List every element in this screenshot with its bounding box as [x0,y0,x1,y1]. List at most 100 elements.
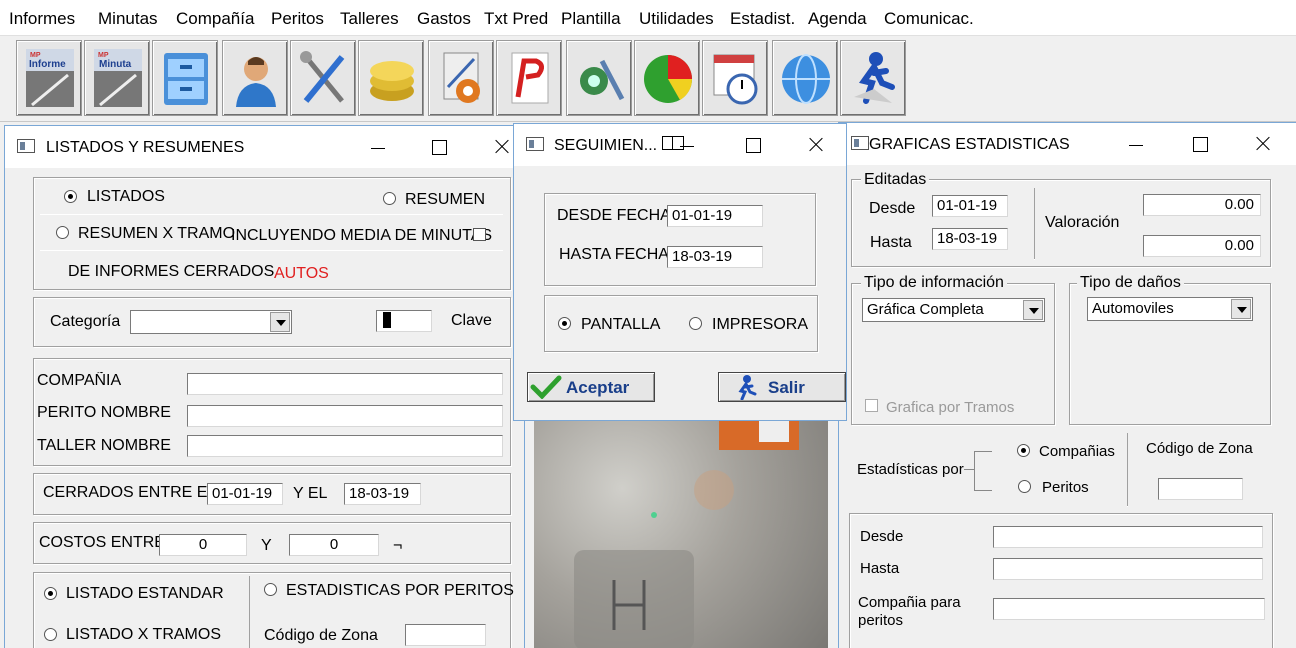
toolbar-globe-button[interactable] [772,40,838,116]
hasta2-input[interactable] [993,558,1263,580]
toolbar-archive-button[interactable] [152,40,218,116]
pie-chart-icon [644,55,693,103]
categoria-select[interactable] [130,310,292,334]
grafica-tramos-label: Grafica por Tramos [886,399,1015,416]
toolbar-informe-button[interactable]: MP Informe [16,40,82,116]
background-photo [534,420,828,648]
codigo-zona-input[interactable] [1158,478,1243,500]
listados-radio[interactable] [64,190,77,203]
peritos-radio[interactable] [1018,480,1031,493]
perito-input[interactable] [187,405,503,427]
cerrados-to-input[interactable]: 18-03-19 [344,483,421,505]
chevron-down-icon[interactable] [270,312,290,332]
chevron-down-icon[interactable] [1231,299,1251,319]
desde-fecha-input[interactable]: 01-01-19 [667,205,763,227]
snap-layout-icon[interactable] [662,136,684,150]
valoracion-input-2[interactable]: 0.00 [1143,235,1261,257]
cerrados-from-input[interactable]: 01-01-19 [207,483,283,505]
impresora-radio[interactable] [689,317,702,330]
incluyendo-label: INCLUYENDO MEDIA DE MINUTAS [231,227,493,244]
desde-fecha-label: DESDE FECHA [557,207,671,224]
checkmark-icon [530,375,562,399]
est-peritos-radio[interactable] [264,583,277,596]
listado-tramos-radio[interactable] [44,628,57,641]
menu-txt-pred[interactable]: Txt Pred [484,9,548,29]
costos-from-input[interactable]: 0 [159,534,247,556]
svg-text:MP: MP [98,52,109,59]
window-app-icon [851,136,869,150]
network-tools-icon [580,59,625,101]
window-app-icon [17,139,35,153]
desde-input[interactable]: 01-01-19 [932,195,1008,217]
listado-estandar-radio[interactable] [44,587,57,600]
seguimiento-window: SEGUIMIEN... DESDE FECHA 01-01-19 HASTA … [513,123,847,421]
bracket-stem [964,469,974,470]
taller-input[interactable] [187,435,503,457]
pantalla-radio[interactable] [558,317,571,330]
grafica-tramos-checkbox[interactable] [865,399,878,412]
toolbar: MP Informe MP Minuta [0,36,1296,122]
listados-window: LISTADOS Y RESUMENES LISTADOS RESUMEN RE… [4,125,525,648]
aceptar-button[interactable]: Aceptar [527,372,655,402]
clave-input[interactable] [376,310,432,332]
menu-plantilla[interactable]: Plantilla [561,9,621,29]
compania-para-input[interactable] [993,598,1265,620]
costos-to-input[interactable]: 0 [289,534,379,556]
categoria-label: Categoría [50,313,121,330]
menu-peritos[interactable]: Peritos [271,9,324,29]
toolbar-pie-chart-button[interactable] [634,40,700,116]
resumen-label: RESUMEN [405,191,486,208]
valoracion-input-1[interactable]: 0.00 [1143,194,1261,216]
divider [1034,188,1035,260]
svg-text:Informe: Informe [29,59,66,70]
menu-minutas[interactable]: Minutas [98,9,158,29]
toolbar-user-button[interactable] [222,40,288,116]
y-label: Y [261,537,272,554]
incluyendo-checkbox[interactable] [473,228,486,241]
resumen-radio[interactable] [383,192,396,205]
menu-gastos[interactable]: Gastos [417,9,471,29]
menu-comunicac[interactable]: Comunicac. [884,9,974,29]
menu-estadist[interactable]: Estadist. [730,9,795,29]
de-informes-label: DE INFORMES CERRADOS [68,263,275,280]
tipo-info-select[interactable]: Gráfica Completa [862,298,1045,322]
toolbar-tools-button[interactable] [290,40,356,116]
toolbar-exit-button[interactable] [840,40,906,116]
codigo-zona-input[interactable] [405,624,486,646]
divider [40,214,503,215]
desde2-input[interactable] [993,526,1263,548]
hasta-fecha-input[interactable]: 18-03-19 [667,246,763,268]
companias-radio[interactable] [1017,444,1030,457]
salir-label: Salir [768,378,805,397]
menu-talleres[interactable]: Talleres [340,9,399,29]
toolbar-pdf-button[interactable] [496,40,562,116]
peritos-label: Peritos [1042,479,1089,496]
tipo-danos-select[interactable]: Automoviles [1087,297,1253,321]
listado-estandar-label: LISTADO ESTANDAR [66,585,224,602]
chevron-down-icon[interactable] [1023,300,1043,320]
svg-text:Minuta: Minuta [99,59,132,70]
menu-utilidades[interactable]: Utilidades [639,9,714,29]
toolbar-network-tools-button[interactable] [566,40,632,116]
menu-agenda[interactable]: Agenda [808,9,867,29]
toolbar-minuta-button[interactable]: MP Minuta [84,40,150,116]
window-title: GRAFICAS ESTADISTICAS [869,136,1070,153]
divider [1127,433,1128,507]
graficas-titlebar: GRAFICAS ESTADISTICAS [839,123,1296,165]
toolbar-settings-doc-button[interactable] [428,40,494,116]
informe-pen-icon: MP Informe [26,49,74,107]
coins-icon [370,61,414,101]
menu-informes[interactable]: Informes [9,9,75,29]
salir-button[interactable]: Salir [718,372,846,402]
resumen-tramo-radio[interactable] [56,226,69,239]
costos-label: COSTOS ENTRE [39,534,165,551]
toolbar-calendar-clock-button[interactable] [702,40,768,116]
pdf-icon [511,52,549,104]
menu-compania[interactable]: Compañía [176,9,254,29]
costos-suffix: ¬ [393,537,403,554]
compania-input[interactable] [187,373,503,395]
valoracion-label: Valoración [1045,214,1120,231]
toolbar-coins-button[interactable] [358,40,424,116]
document-gear-icon [443,52,480,103]
hasta-input[interactable]: 18-03-19 [932,228,1008,250]
